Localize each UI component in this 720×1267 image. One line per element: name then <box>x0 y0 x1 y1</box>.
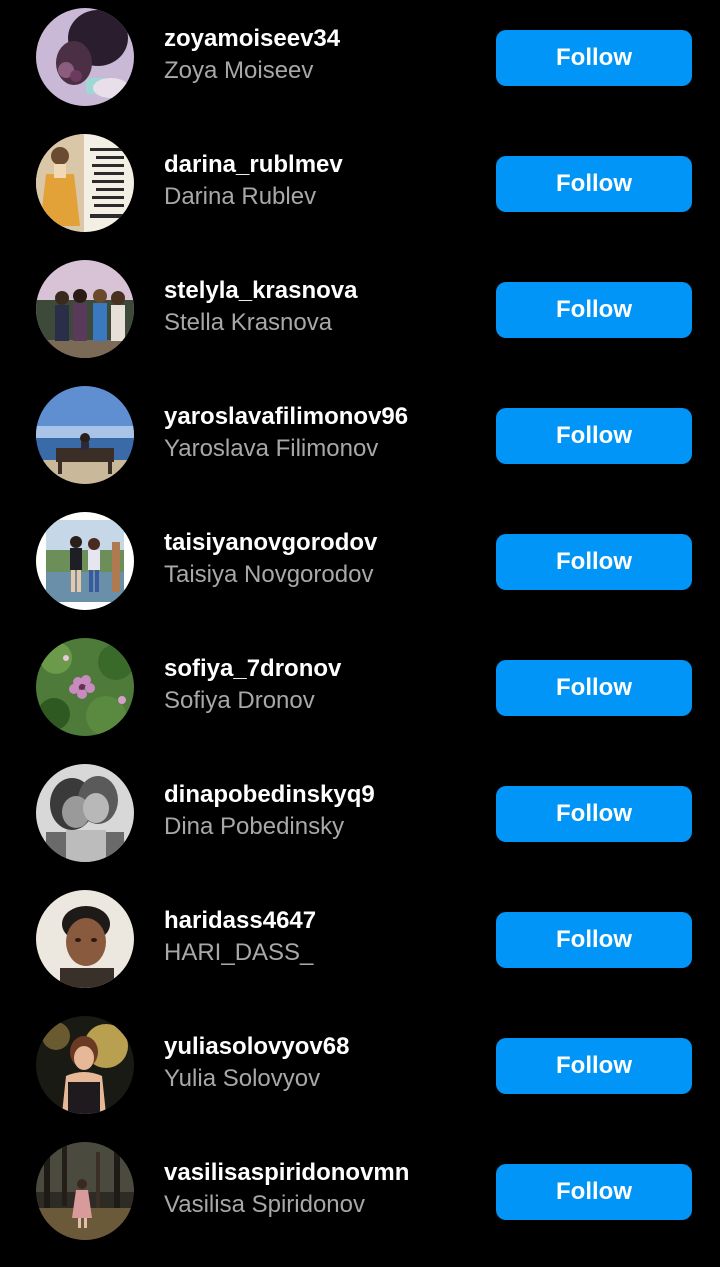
username[interactable]: zoyamoiseev34 <box>164 24 484 54</box>
full-name: Darina Rublev <box>164 183 317 210</box>
follow-button[interactable]: Follow <box>496 1038 692 1094</box>
follow-button[interactable]: Follow <box>496 1164 692 1220</box>
account-row[interactable]: darina_rublmev Darina Rublev Follow <box>0 120 720 246</box>
follow-button[interactable]: Follow <box>496 534 692 590</box>
suggested-accounts-list: zoyamoiseev34 Zoya Moiseev Follow darina… <box>0 0 720 1254</box>
username[interactable]: stelyla_krasnova <box>164 276 484 306</box>
account-row[interactable]: stelyla_krasnova Stella Krasnova Follow <box>0 246 720 372</box>
username[interactable]: darina_rublmev <box>164 150 484 180</box>
full-name: Stella Krasnova <box>164 309 333 336</box>
username[interactable]: taisiyanovgorodov <box>164 528 484 558</box>
full-name: Dina Pobedinsky <box>164 813 345 840</box>
avatar[interactable] <box>36 260 134 358</box>
avatar[interactable] <box>36 890 134 988</box>
full-name: HARI_DASS_ <box>164 939 314 966</box>
full-name: Sofiya Dronov <box>164 687 315 714</box>
account-row[interactable]: taisiyanovgorodov Taisiya Novgorodov Fol… <box>0 498 720 624</box>
follow-button[interactable]: Follow <box>496 408 692 464</box>
avatar[interactable] <box>36 8 134 106</box>
account-row[interactable]: yaroslavafilimonov96 Yaroslava Filimonov… <box>0 372 720 498</box>
follow-button[interactable]: Follow <box>496 156 692 212</box>
full-name: Yulia Solovyov <box>164 1065 321 1092</box>
avatar[interactable] <box>36 638 134 736</box>
username[interactable]: haridass4647 <box>164 906 484 936</box>
account-row[interactable]: sofiya_7dronov Sofiya Dronov Follow <box>0 624 720 750</box>
follow-button[interactable]: Follow <box>496 282 692 338</box>
avatar[interactable] <box>36 1016 134 1114</box>
follow-button[interactable]: Follow <box>496 660 692 716</box>
follow-button[interactable]: Follow <box>496 786 692 842</box>
follow-button[interactable]: Follow <box>496 912 692 968</box>
username[interactable]: yuliasolovyov68 <box>164 1032 484 1062</box>
username[interactable]: vasilisaspiridonovmn <box>164 1158 484 1188</box>
avatar[interactable] <box>36 1142 134 1240</box>
avatar[interactable] <box>36 764 134 862</box>
avatar[interactable] <box>36 134 134 232</box>
username[interactable]: yaroslavafilimonov96 <box>164 402 484 432</box>
account-row[interactable]: haridass4647 HARI_DASS_ Follow <box>0 876 720 1002</box>
full-name: Zoya Moiseev <box>164 57 314 84</box>
full-name: Vasilisa Spiridonov <box>164 1191 365 1218</box>
full-name: Taisiya Novgorodov <box>164 561 374 588</box>
avatar[interactable] <box>36 386 134 484</box>
username[interactable]: sofiya_7dronov <box>164 654 484 684</box>
username[interactable]: dinapobedinskyq9 <box>164 780 484 810</box>
avatar[interactable] <box>36 512 134 610</box>
full-name: Yaroslava Filimonov <box>164 435 379 462</box>
account-row[interactable]: vasilisaspiridonovmn Vasilisa Spiridonov… <box>0 1128 720 1254</box>
account-row[interactable]: dinapobedinskyq9 Dina Pobedinsky Follow <box>0 750 720 876</box>
account-row[interactable]: zoyamoiseev34 Zoya Moiseev Follow <box>0 0 720 120</box>
account-row[interactable]: yuliasolovyov68 Yulia Solovyov Follow <box>0 1002 720 1128</box>
follow-button[interactable]: Follow <box>496 30 692 86</box>
